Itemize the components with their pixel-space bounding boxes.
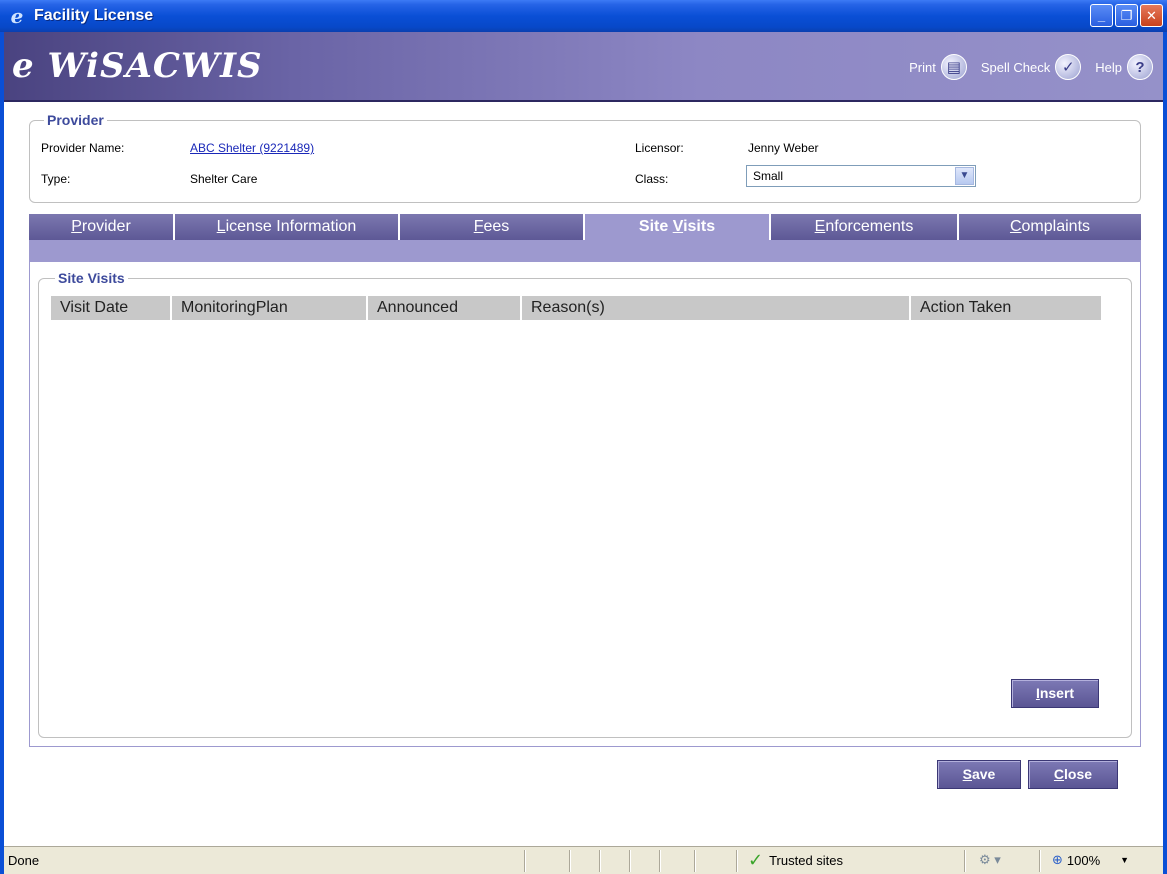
spell-check-label: Spell Check [980, 59, 1051, 75]
print-button[interactable]: Print ▤ [909, 54, 967, 80]
tab-license-information[interactable]: License Information [175, 214, 400, 240]
spell-check-icon: ✓ [1055, 54, 1082, 80]
provider-name-link[interactable]: ABC Shelter (9221489) [190, 141, 314, 155]
column-header[interactable]: MonitoringPlan [172, 296, 368, 320]
tab-bar: Provider License Information Fees Site V… [29, 214, 1141, 240]
site-visits-legend: Site Visits [55, 270, 128, 286]
chevron-down-icon: ▼ [1120, 855, 1130, 865]
class-select[interactable]: Small ▼ [746, 165, 976, 187]
provider-group: Provider Provider Name: ABC Shelter (922… [29, 112, 1141, 203]
checkmark-icon: ✓ [748, 850, 764, 870]
close-button[interactable]: Close [1028, 760, 1118, 789]
save-button[interactable]: Save [937, 760, 1021, 789]
provider-name-label: Provider Name: [41, 141, 125, 155]
help-icon: ? [1127, 54, 1153, 80]
status-bar: Done ✓ Trusted sites ⚙ ▾ ⊕ 100% ▼ [4, 846, 1163, 874]
protected-mode-icon[interactable]: ⚙ ▾ [979, 852, 1001, 868]
restore-button[interactable]: ❐ [1115, 4, 1138, 27]
class-select-value: Small [753, 169, 784, 183]
help-label: Help [1095, 59, 1122, 75]
licensor-value: Jenny Weber [748, 141, 819, 155]
class-label: Class: [635, 172, 669, 186]
print-label: Print [909, 59, 936, 75]
ie-logo-icon: e [10, 4, 24, 28]
tab-enforcements[interactable]: Enforcements [771, 214, 959, 240]
tab-complaints[interactable]: Complaints [959, 214, 1141, 240]
help-button[interactable]: Help ? [1095, 54, 1153, 80]
spell-check-button[interactable]: Spell Check ✓ [980, 54, 1082, 80]
chevron-down-icon[interactable]: ▼ [955, 167, 974, 185]
site-visits-grid-header: Visit Date MonitoringPlan Announced Reas… [51, 296, 1101, 320]
tab-site-visits[interactable]: Site Visits [585, 214, 771, 240]
tab-strip [29, 240, 1141, 262]
insert-button[interactable]: Insert [1011, 679, 1099, 708]
column-header[interactable]: Reason(s) [522, 296, 911, 320]
column-header[interactable]: Action Taken [911, 296, 1101, 320]
printer-icon: ▤ [940, 54, 967, 80]
zoom-level: 100% [1066, 852, 1101, 868]
tab-fees[interactable]: Fees [400, 214, 585, 240]
minimize-button[interactable]: _ [1090, 4, 1113, 27]
tab-provider[interactable]: Provider [29, 214, 175, 240]
provider-legend: Provider [44, 112, 107, 128]
close-window-button[interactable]: ✕ [1140, 4, 1163, 27]
type-label: Type: [41, 172, 71, 186]
site-visits-panel: Site Visits Visit Date MonitoringPlan An… [29, 262, 1141, 747]
zoom-control[interactable]: ⊕ 100% ▼ [1052, 852, 1129, 868]
column-header[interactable]: Visit Date [51, 296, 172, 320]
status-text: Done [8, 853, 40, 868]
security-zone: ✓ Trusted sites [748, 850, 844, 870]
site-visits-group: Site Visits Visit Date MonitoringPlan An… [38, 270, 1132, 738]
app-header: e WiSACWIS Print ▤ Spell Check ✓ Help ? [4, 32, 1163, 102]
app-logo: e WiSACWIS [12, 46, 263, 86]
column-header[interactable]: Announced [368, 296, 522, 320]
window-title: Facility License [34, 7, 154, 24]
zoom-icon: ⊕ [1052, 852, 1063, 867]
licensor-label: Licensor: [635, 141, 684, 155]
security-zone-label: Trusted sites [769, 852, 844, 868]
title-bar: e Facility License _ ❐ ✕ [0, 0, 1167, 32]
type-value: Shelter Care [190, 172, 258, 186]
